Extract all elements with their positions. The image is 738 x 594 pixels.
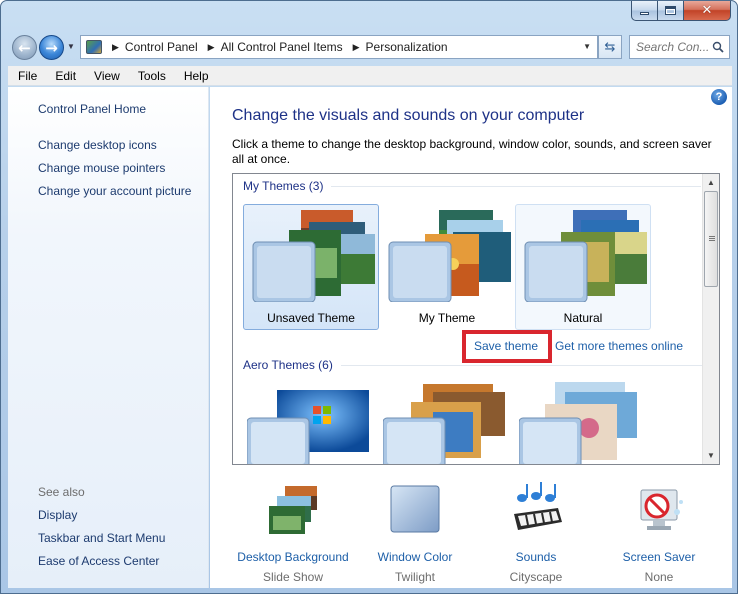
navigation-pane: Control Panel Home Change desktop icons … (8, 87, 209, 588)
window-color-value: Twilight (394, 570, 435, 584)
minimize-button[interactable] (631, 1, 658, 21)
group-divider (340, 364, 711, 366)
maximize-icon (665, 6, 676, 15)
save-theme-highlight-box (462, 330, 552, 363)
theme-unsaved-label: Unsaved Theme (267, 311, 355, 325)
screen-saver-link[interactable]: Screen Saver (599, 550, 719, 564)
refresh-icon: ⇆ (604, 39, 616, 55)
menu-tools[interactable]: Tools (128, 69, 174, 83)
theme-architecture-preview[interactable] (383, 382, 509, 464)
sounds-item[interactable]: Sounds Cityscape (476, 482, 596, 584)
change-mouse-pointers-link[interactable]: Change mouse pointers (38, 161, 165, 175)
sounds-link[interactable]: Sounds (476, 550, 596, 564)
scrollbar-thumb[interactable] (704, 191, 718, 287)
page-description: Click a theme to change the desktop back… (232, 137, 712, 166)
theme-windows7-preview[interactable] (247, 388, 373, 464)
aero-themes-heading: Aero Themes (6) (243, 358, 333, 372)
grip-line (709, 240, 715, 241)
get-more-themes-link[interactable]: Get more themes online (555, 339, 683, 353)
screen-saver-icon (640, 489, 683, 530)
control-panel-home-link[interactable]: Control Panel Home (38, 102, 146, 116)
back-arrow-icon: ← (18, 38, 31, 57)
forward-arrow-icon: → (45, 38, 58, 57)
scroll-up-arrow-icon[interactable]: ▲ (703, 174, 719, 191)
scroll-down-arrow-icon[interactable]: ▼ (703, 447, 719, 464)
screen-saver-item[interactable]: Screen Saver None (599, 482, 719, 584)
theme-my-theme[interactable]: My Theme (379, 204, 515, 330)
desktop-background-value: Slide Show (262, 570, 324, 584)
theme-my-theme-label: My Theme (418, 311, 476, 325)
display-link[interactable]: Display (38, 508, 77, 522)
my-themes-heading: My Themes (3) (243, 179, 324, 193)
control-panel-icon (86, 40, 102, 54)
theme-list-scrollbar[interactable]: ▲ ▼ (702, 174, 719, 464)
menu-bar: File Edit View Tools Help (8, 66, 732, 86)
search-input[interactable] (636, 40, 711, 54)
window-color-item[interactable]: Window Color Twilight (355, 482, 475, 584)
maximize-button[interactable] (658, 1, 684, 21)
theme-characters-preview[interactable] (519, 382, 645, 464)
page-title: Change the visuals and sounds on your co… (232, 107, 585, 124)
desktop-background-icon (269, 486, 317, 534)
forward-button[interactable]: → (39, 35, 64, 60)
theme-preview-icon (252, 210, 375, 302)
caption-buttons: ✕ (631, 1, 731, 21)
minimize-icon (640, 12, 649, 15)
taskbar-start-menu-link[interactable]: Taskbar and Start Menu (38, 531, 165, 545)
grip-line (709, 238, 715, 239)
help-icon[interactable]: ? (711, 89, 727, 105)
theme-unsaved[interactable]: Unsaved Theme (243, 204, 379, 330)
theme-list[interactable]: My Themes (3) Unsaved Theme My Theme Nat… (232, 173, 720, 465)
change-desktop-icons-link[interactable]: Change desktop icons (38, 138, 157, 152)
sounds-value: Cityscape (509, 570, 563, 584)
breadcrumb-arrow-icon[interactable]: ▶ (353, 42, 360, 53)
breadcrumb-control-panel[interactable]: Control Panel (125, 40, 198, 54)
breadcrumb-personalization[interactable]: Personalization (366, 40, 448, 54)
menu-file[interactable]: File (8, 69, 45, 83)
group-divider (331, 185, 702, 187)
theme-natural[interactable]: Natural (515, 204, 651, 330)
theme-preview-icon (388, 210, 511, 302)
search-icon[interactable] (712, 41, 724, 53)
recent-pages-dropdown[interactable]: ▼ (67, 42, 75, 51)
address-bar[interactable]: ▶ Control Panel ▶ All Control Panel Item… (80, 35, 598, 59)
sounds-icon (514, 482, 562, 530)
menu-edit[interactable]: Edit (45, 69, 84, 83)
theme-preview-icon (524, 210, 647, 302)
screen-saver-value: None (644, 570, 674, 584)
theme-natural-label: Natural (563, 311, 603, 325)
window-color-link[interactable]: Window Color (355, 550, 475, 564)
window-color-icon (390, 485, 440, 533)
my-themes-group-header: My Themes (3) (243, 179, 702, 193)
see-also-heading: See also (38, 485, 85, 499)
menu-view[interactable]: View (84, 69, 128, 83)
desktop-background-item[interactable]: Desktop Background Slide Show (233, 482, 353, 584)
close-button[interactable]: ✕ (684, 1, 731, 21)
refresh-button[interactable]: ⇆ (598, 35, 622, 59)
breadcrumb-arrow-icon[interactable]: ▶ (208, 42, 215, 53)
breadcrumb-all-items[interactable]: All Control Panel Items (221, 40, 343, 54)
window-frame: ✕ ← → ▼ ▶ Control Panel ▶ All Control Pa… (0, 0, 738, 594)
close-icon: ✕ (701, 3, 713, 18)
search-box[interactable] (629, 35, 730, 59)
main-pane: ? Change the visuals and sounds on your … (210, 87, 732, 588)
chevron-down-icon[interactable]: ▼ (583, 42, 591, 51)
ease-of-access-link[interactable]: Ease of Access Center (38, 554, 159, 568)
breadcrumb-arrow-icon[interactable]: ▶ (112, 42, 119, 53)
back-button[interactable]: ← (12, 35, 37, 60)
change-account-picture-link[interactable]: Change your account picture (38, 184, 191, 198)
desktop-background-link[interactable]: Desktop Background (233, 550, 353, 564)
menu-help[interactable]: Help (174, 69, 217, 83)
grip-line (709, 236, 715, 237)
